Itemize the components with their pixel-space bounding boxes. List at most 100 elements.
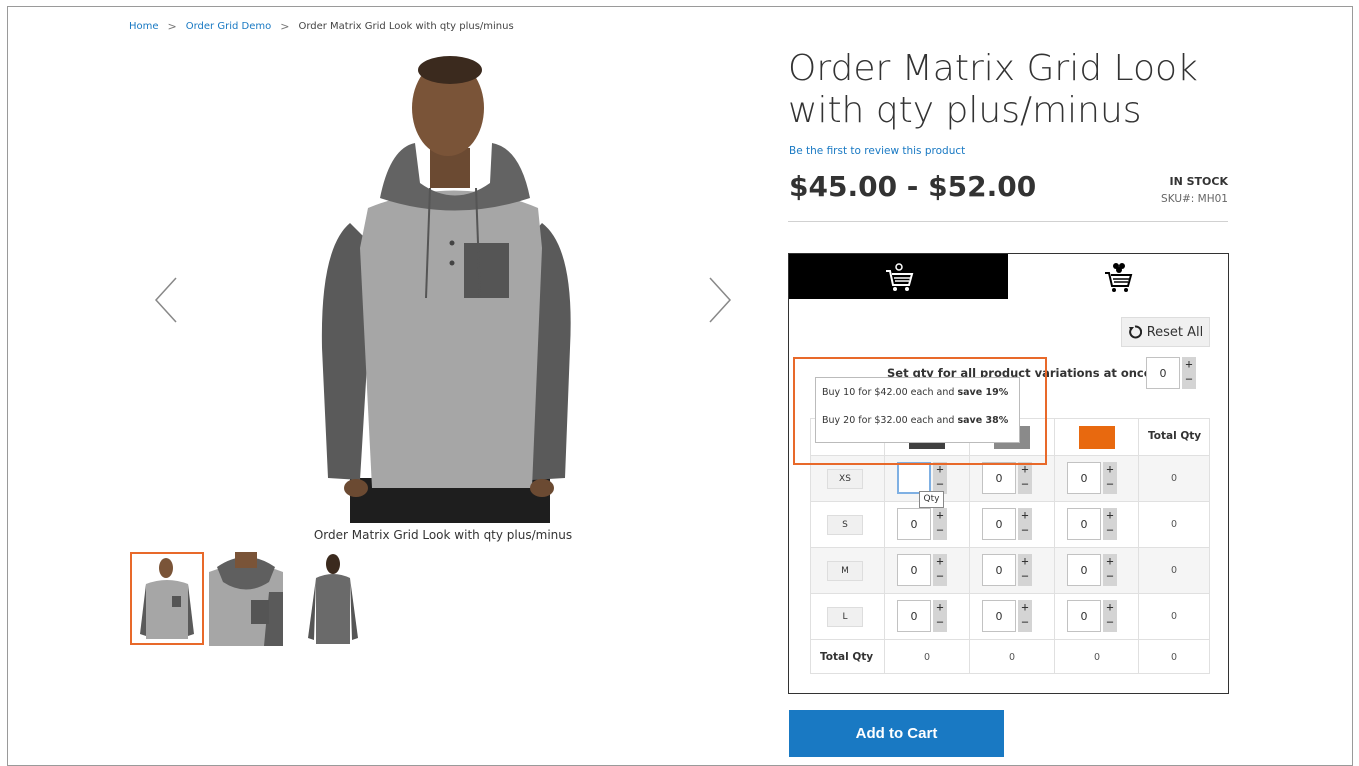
- minus-button[interactable]: −: [1103, 615, 1117, 631]
- plus-button[interactable]: +: [1103, 554, 1117, 570]
- tier-price-line: Buy 20 for $32.00 each and save 38%: [822, 415, 1008, 426]
- gallery-next-arrow[interactable]: [702, 270, 736, 330]
- color-swatch-orange[interactable]: [1079, 426, 1115, 449]
- stock-status: IN STOCK: [1169, 175, 1228, 188]
- qty-input[interactable]: [897, 600, 931, 632]
- qty-input[interactable]: [897, 462, 931, 494]
- minus-button[interactable]: −: [933, 569, 947, 585]
- minus-button[interactable]: −: [1018, 569, 1032, 585]
- qty-input[interactable]: [1067, 554, 1101, 586]
- qty-stepper[interactable]: +−: [897, 600, 951, 632]
- product-title: Order Matrix Grid Look with qty plus/min…: [788, 48, 1198, 131]
- minus-button[interactable]: −: [1182, 372, 1196, 388]
- column-total: 0: [1008, 652, 1016, 663]
- qty-tooltip: Qty: [919, 491, 944, 508]
- qty-buttons: + −: [1018, 508, 1032, 540]
- qty-buttons: + −: [1018, 600, 1032, 632]
- breadcrumb-category-link[interactable]: Order Grid Demo: [186, 21, 271, 32]
- grid-cell: 0: [1138, 640, 1209, 674]
- grid-cell: +−: [1054, 502, 1138, 547]
- review-link[interactable]: Be the first to review this product: [789, 145, 965, 157]
- column-total: 0: [923, 652, 931, 663]
- size-label[interactable]: L: [827, 607, 863, 627]
- minus-button[interactable]: −: [1103, 523, 1117, 539]
- qty-buttons: + −: [1018, 462, 1032, 494]
- qty-buttons: + −: [933, 600, 947, 632]
- total-qty-row-label: Total Qty: [820, 651, 874, 663]
- qty-input[interactable]: [982, 554, 1016, 586]
- minus-button[interactable]: −: [1103, 477, 1117, 493]
- reset-all-button[interactable]: Reset All: [1121, 317, 1210, 347]
- tab-list-view[interactable]: [1008, 254, 1228, 299]
- minus-button[interactable]: −: [933, 523, 947, 539]
- grid-cell: 0: [1138, 456, 1209, 501]
- grid-cell: +−: [884, 548, 969, 593]
- size-label[interactable]: M: [827, 561, 863, 581]
- plus-button[interactable]: +: [1018, 554, 1032, 570]
- grid-cell: [1054, 419, 1138, 455]
- tier-price-save: save 38%: [957, 415, 1009, 426]
- grid-cell: 0: [1054, 640, 1138, 674]
- plus-button[interactable]: +: [1103, 600, 1117, 616]
- tier-price-line: Buy 10 for $42.00 each and save 19%: [822, 387, 1008, 398]
- qty-input[interactable]: [982, 600, 1016, 632]
- qty-stepper[interactable]: +−: [982, 600, 1036, 632]
- breadcrumb-home-link[interactable]: Home: [129, 21, 159, 32]
- grid-total-row: Total Qty 0 0 0 0: [811, 639, 1209, 674]
- reset-all-label: Reset All: [1146, 324, 1204, 340]
- qty-stepper[interactable]: +−: [982, 462, 1036, 494]
- plus-button[interactable]: +: [1018, 600, 1032, 616]
- minus-button[interactable]: −: [933, 615, 947, 631]
- tier-price-text: Buy 10 for $42.00 each and: [822, 387, 958, 398]
- qty-stepper[interactable]: +−: [897, 554, 951, 586]
- qty-input[interactable]: [982, 508, 1016, 540]
- product-price: $45.00 - $52.00: [789, 170, 1037, 203]
- thumbnail-front[interactable]: [130, 552, 204, 645]
- tier-price-text: Buy 20 for $32.00 each and: [822, 415, 958, 426]
- row-total: 0: [1170, 565, 1178, 576]
- size-label[interactable]: XS: [827, 469, 863, 489]
- product-sku: SKU#: MH01: [1161, 193, 1228, 205]
- qty-stepper[interactable]: +−: [897, 462, 951, 494]
- plus-button[interactable]: +: [933, 554, 947, 570]
- grid-cell: +−: [1054, 548, 1138, 593]
- plus-button[interactable]: +: [933, 600, 947, 616]
- size-label[interactable]: S: [827, 515, 863, 535]
- qty-buttons: + −: [933, 508, 947, 540]
- plus-button[interactable]: +: [1103, 508, 1117, 524]
- qty-stepper[interactable]: +−: [897, 508, 951, 540]
- thumbnail-back[interactable]: [296, 552, 370, 646]
- qty-stepper[interactable]: +−: [1067, 508, 1121, 540]
- tab-grid-view[interactable]: [789, 254, 1008, 299]
- qty-buttons: + −: [1182, 357, 1196, 389]
- add-to-cart-button[interactable]: Add to Cart: [789, 710, 1004, 757]
- qty-input[interactable]: [1067, 462, 1101, 494]
- plus-button[interactable]: +: [1018, 508, 1032, 524]
- thumbnail-detail[interactable]: [209, 552, 283, 646]
- grid-cell: +−: [969, 502, 1054, 547]
- set-all-qty-stepper[interactable]: + −: [1146, 357, 1200, 389]
- plus-button[interactable]: +: [1182, 357, 1196, 373]
- grid-cell: +−: [969, 594, 1054, 639]
- qty-input[interactable]: [1067, 600, 1101, 632]
- plus-button[interactable]: +: [933, 508, 947, 524]
- set-all-qty-input[interactable]: [1146, 357, 1180, 389]
- gallery-prev-arrow[interactable]: [150, 270, 184, 330]
- plus-button[interactable]: +: [1103, 462, 1117, 478]
- product-main-image[interactable]: [280, 48, 630, 523]
- minus-button[interactable]: −: [1018, 477, 1032, 493]
- minus-button[interactable]: −: [1018, 615, 1032, 631]
- order-matrix-panel: Reset All Set qty for all product variat…: [788, 253, 1229, 694]
- qty-stepper[interactable]: +−: [1067, 554, 1121, 586]
- qty-stepper[interactable]: +−: [1067, 600, 1121, 632]
- qty-stepper[interactable]: +−: [982, 554, 1036, 586]
- qty-input[interactable]: [982, 462, 1016, 494]
- qty-input[interactable]: [897, 554, 931, 586]
- divider: [788, 221, 1228, 222]
- qty-stepper[interactable]: +−: [982, 508, 1036, 540]
- qty-stepper[interactable]: +−: [1067, 462, 1121, 494]
- minus-button[interactable]: −: [1103, 569, 1117, 585]
- qty-input[interactable]: [897, 508, 931, 540]
- qty-input[interactable]: [1067, 508, 1101, 540]
- minus-button[interactable]: −: [1018, 523, 1032, 539]
